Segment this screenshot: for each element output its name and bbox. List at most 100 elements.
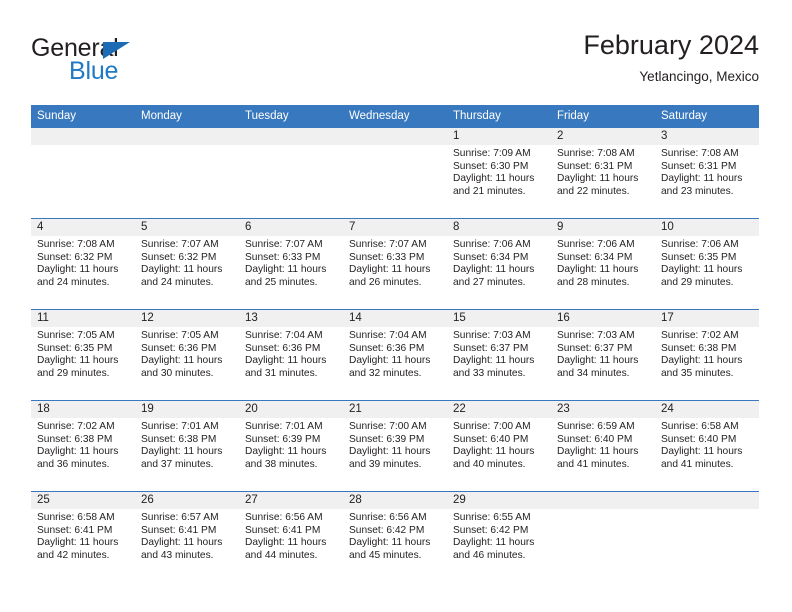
day-cell[interactable]: 20 Sunrise: 7:01 AM Sunset: 6:39 PM Dayl… (239, 400, 343, 492)
sunrise-line: Sunrise: 7:00 AM (453, 421, 531, 432)
sunset-line: Sunset: 6:36 PM (349, 342, 425, 354)
day-number: 18 (31, 401, 135, 418)
sunrise-line: Sunrise: 6:59 AM (557, 421, 635, 432)
week-row: 1 Sunrise: 7:09 AM Sunset: 6:30 PM Dayli… (31, 127, 759, 219)
daylight-line-2: and 33 minutes. (453, 367, 526, 379)
day-number: 14 (343, 310, 447, 327)
day-cell[interactable] (239, 127, 343, 219)
day-cell[interactable]: 5 Sunrise: 7:07 AM Sunset: 6:32 PM Dayli… (135, 218, 239, 310)
day-cell[interactable]: 29 Sunrise: 6:55 AM Sunset: 6:42 PM Dayl… (447, 491, 551, 582)
day-cell[interactable]: 15 Sunrise: 7:03 AM Sunset: 6:37 PM Dayl… (447, 309, 551, 401)
day-cell[interactable]: 6 Sunrise: 7:07 AM Sunset: 6:33 PM Dayli… (239, 218, 343, 310)
day-cell[interactable]: 12 Sunrise: 7:05 AM Sunset: 6:36 PM Dayl… (135, 309, 239, 401)
day-detail: Sunrise: 7:02 AM Sunset: 6:38 PM Dayligh… (655, 327, 759, 380)
daylight-line-1: Daylight: 11 hours (661, 264, 743, 276)
daylight-line-1: Daylight: 11 hours (349, 264, 431, 276)
day-cell[interactable] (31, 127, 135, 219)
day-cell[interactable] (135, 127, 239, 219)
daylight-line-1: Daylight: 11 hours (661, 446, 743, 458)
sunrise-line: Sunrise: 6:56 AM (349, 512, 427, 523)
day-cell[interactable]: 22 Sunrise: 7:00 AM Sunset: 6:40 PM Dayl… (447, 400, 551, 492)
day-cell[interactable] (343, 127, 447, 219)
day-cell[interactable]: 4 Sunrise: 7:08 AM Sunset: 6:32 PM Dayli… (31, 218, 135, 310)
daylight-line-2: and 22 minutes. (557, 185, 630, 197)
day-detail: Sunrise: 7:08 AM Sunset: 6:31 PM Dayligh… (551, 145, 655, 198)
sunrise-line: Sunrise: 7:08 AM (661, 148, 739, 159)
day-number: 23 (551, 401, 655, 418)
day-number: 28 (343, 492, 447, 509)
day-detail: Sunrise: 6:56 AM Sunset: 6:41 PM Dayligh… (239, 509, 343, 562)
day-cell[interactable] (655, 491, 759, 582)
day-cell[interactable]: 24 Sunrise: 6:58 AM Sunset: 6:40 PM Dayl… (655, 400, 759, 492)
day-detail: Sunrise: 6:57 AM Sunset: 6:41 PM Dayligh… (135, 509, 239, 562)
daylight-line-1: Daylight: 11 hours (453, 446, 535, 458)
daylight-line-1: Daylight: 11 hours (141, 264, 223, 276)
weekday-header-wednesday: Wednesday (343, 105, 447, 128)
day-cell[interactable]: 14 Sunrise: 7:04 AM Sunset: 6:36 PM Dayl… (343, 309, 447, 401)
sunset-line: Sunset: 6:34 PM (453, 251, 529, 263)
daylight-line-2: and 23 minutes. (661, 185, 734, 197)
day-cell[interactable]: 19 Sunrise: 7:01 AM Sunset: 6:38 PM Dayl… (135, 400, 239, 492)
day-cell[interactable]: 26 Sunrise: 6:57 AM Sunset: 6:41 PM Dayl… (135, 491, 239, 582)
sunset-line: Sunset: 6:35 PM (37, 342, 113, 354)
weekday-header-friday: Friday (551, 105, 655, 128)
general-blue-logo[interactable]: General Blue (31, 36, 211, 92)
sunrise-line: Sunrise: 7:04 AM (245, 330, 323, 341)
day-cell[interactable]: 21 Sunrise: 7:00 AM Sunset: 6:39 PM Dayl… (343, 400, 447, 492)
day-cell[interactable]: 9 Sunrise: 7:06 AM Sunset: 6:34 PM Dayli… (551, 218, 655, 310)
daylight-line-1: Daylight: 11 hours (453, 355, 535, 367)
day-cell[interactable]: 18 Sunrise: 7:02 AM Sunset: 6:38 PM Dayl… (31, 400, 135, 492)
day-number: 19 (135, 401, 239, 418)
day-number: 11 (31, 310, 135, 327)
week-row: 18 Sunrise: 7:02 AM Sunset: 6:38 PM Dayl… (31, 400, 759, 492)
daylight-line-1: Daylight: 11 hours (349, 537, 431, 549)
day-number (655, 492, 759, 509)
day-detail: Sunrise: 7:08 AM Sunset: 6:32 PM Dayligh… (31, 236, 135, 289)
day-cell[interactable]: 13 Sunrise: 7:04 AM Sunset: 6:36 PM Dayl… (239, 309, 343, 401)
daylight-line-1: Daylight: 11 hours (349, 446, 431, 458)
daylight-line-2: and 21 minutes. (453, 185, 526, 197)
day-detail: Sunrise: 7:09 AM Sunset: 6:30 PM Dayligh… (447, 145, 551, 198)
day-number: 7 (343, 219, 447, 236)
daylight-line-1: Daylight: 11 hours (349, 355, 431, 367)
day-cell[interactable]: 25 Sunrise: 6:58 AM Sunset: 6:41 PM Dayl… (31, 491, 135, 582)
day-cell[interactable]: 2 Sunrise: 7:08 AM Sunset: 6:31 PM Dayli… (551, 127, 655, 219)
day-cell[interactable]: 8 Sunrise: 7:06 AM Sunset: 6:34 PM Dayli… (447, 218, 551, 310)
sunrise-line: Sunrise: 6:55 AM (453, 512, 531, 523)
sunrise-line: Sunrise: 7:07 AM (141, 239, 219, 250)
day-number: 10 (655, 219, 759, 236)
daylight-line-2: and 31 minutes. (245, 367, 318, 379)
day-cell[interactable]: 10 Sunrise: 7:06 AM Sunset: 6:35 PM Dayl… (655, 218, 759, 310)
day-cell[interactable] (551, 491, 655, 582)
sunrise-line: Sunrise: 7:06 AM (557, 239, 635, 250)
day-cell[interactable]: 16 Sunrise: 7:03 AM Sunset: 6:37 PM Dayl… (551, 309, 655, 401)
sunrise-line: Sunrise: 7:03 AM (453, 330, 531, 341)
day-number: 21 (343, 401, 447, 418)
day-cell[interactable]: 11 Sunrise: 7:05 AM Sunset: 6:35 PM Dayl… (31, 309, 135, 401)
day-cell[interactable]: 3 Sunrise: 7:08 AM Sunset: 6:31 PM Dayli… (655, 127, 759, 219)
day-detail: Sunrise: 7:08 AM Sunset: 6:31 PM Dayligh… (655, 145, 759, 198)
day-cell[interactable]: 27 Sunrise: 6:56 AM Sunset: 6:41 PM Dayl… (239, 491, 343, 582)
day-cell[interactable]: 7 Sunrise: 7:07 AM Sunset: 6:33 PM Dayli… (343, 218, 447, 310)
daylight-line-2: and 36 minutes. (37, 458, 110, 470)
daylight-line-2: and 30 minutes. (141, 367, 214, 379)
sunrise-line: Sunrise: 7:00 AM (349, 421, 427, 432)
sunset-line: Sunset: 6:41 PM (141, 524, 217, 536)
day-cell[interactable]: 1 Sunrise: 7:09 AM Sunset: 6:30 PM Dayli… (447, 127, 551, 219)
day-cell[interactable]: 28 Sunrise: 6:56 AM Sunset: 6:42 PM Dayl… (343, 491, 447, 582)
daylight-line-2: and 41 minutes. (557, 458, 630, 470)
sunset-line: Sunset: 6:38 PM (141, 433, 217, 445)
day-cell[interactable]: 17 Sunrise: 7:02 AM Sunset: 6:38 PM Dayl… (655, 309, 759, 401)
sunset-line: Sunset: 6:33 PM (245, 251, 321, 263)
page-title: February 2024 (583, 30, 759, 60)
sunrise-line: Sunrise: 6:58 AM (37, 512, 115, 523)
sunrise-line: Sunrise: 6:58 AM (661, 421, 739, 432)
day-number: 25 (31, 492, 135, 509)
day-number: 13 (239, 310, 343, 327)
sunset-line: Sunset: 6:39 PM (245, 433, 321, 445)
day-cell[interactable]: 23 Sunrise: 6:59 AM Sunset: 6:40 PM Dayl… (551, 400, 655, 492)
day-number: 4 (31, 219, 135, 236)
day-detail (239, 145, 343, 148)
day-number: 5 (135, 219, 239, 236)
sunrise-line: Sunrise: 7:05 AM (141, 330, 219, 341)
